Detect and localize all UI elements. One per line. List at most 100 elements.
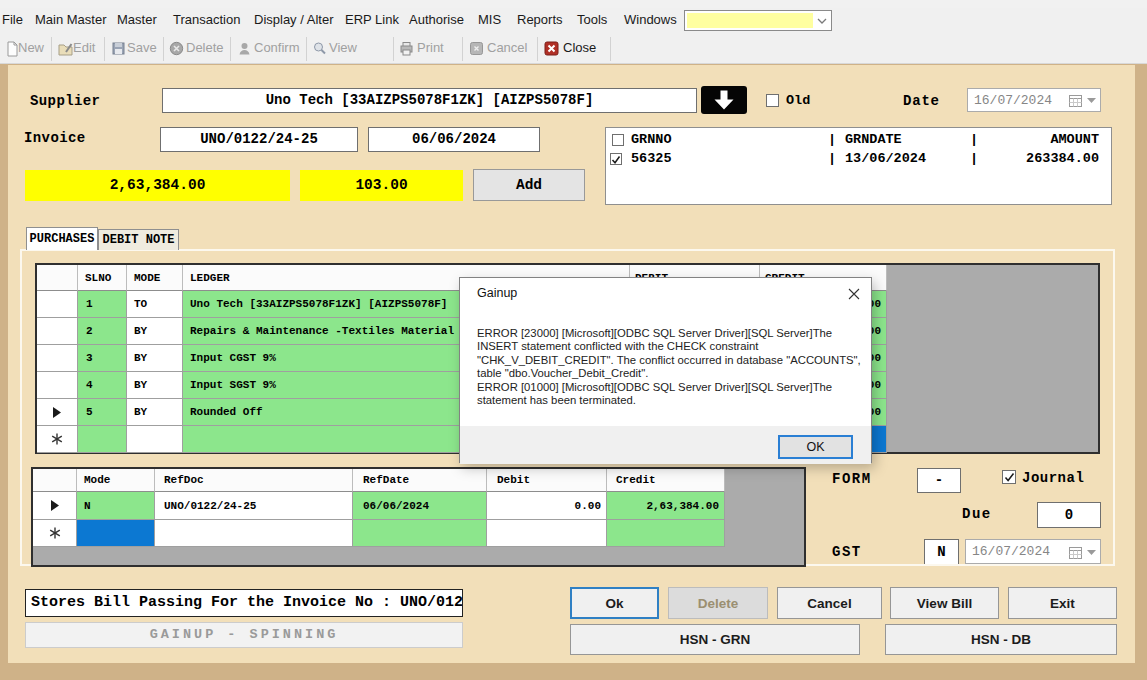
cell-mode: N: [77, 492, 155, 520]
grn-col-no: GRNNO: [631, 132, 672, 147]
delete-icon[interactable]: [168, 40, 185, 57]
calendar-icon: [1069, 94, 1082, 107]
supplier-label: Supplier: [30, 93, 100, 109]
ref-row[interactable]: N UNO/0122/24-25 06/06/2024 0.00 2,63,38…: [33, 492, 804, 520]
save-floppy-icon[interactable]: [110, 40, 127, 57]
date-picker[interactable]: 16/07/2024: [967, 88, 1101, 112]
toolbar-delete[interactable]: Delete: [186, 40, 224, 55]
cell-debit: 0.00: [487, 492, 607, 520]
invoice-label: Invoice: [24, 130, 86, 146]
toolbar-save[interactable]: Save: [127, 40, 157, 55]
menu-transaction[interactable]: Transaction: [173, 12, 240, 27]
menu-mis[interactable]: MIS: [478, 12, 501, 27]
menu-windows[interactable]: Windows: [624, 12, 677, 27]
tab-debit-note[interactable]: DEBIT NOTE: [98, 229, 179, 250]
ledger-grid-col-mode: MODE: [127, 265, 183, 291]
grn-header-checkbox[interactable]: [612, 134, 624, 146]
combobox-value: [687, 13, 813, 28]
old-checkbox-label: Old: [786, 93, 810, 108]
ref-new-row[interactable]: [33, 520, 804, 547]
supplier-field[interactable]: Uno Tech [33AIZPS5078F1ZK] [AIZPS5078F]: [162, 88, 697, 113]
dialog-ok-button[interactable]: OK: [778, 435, 853, 459]
cell-mode: TO: [127, 291, 183, 318]
brand-bar: GAINUP - SPINNING: [25, 622, 463, 648]
toolbar-separator: [393, 37, 394, 61]
grn-row-no: 56325: [631, 151, 672, 166]
menu-authorise[interactable]: Authorise: [409, 12, 464, 27]
ref-grid-col-credit: Credit: [607, 469, 725, 492]
cell-mode: BY: [127, 399, 183, 426]
cell-slno: 2: [78, 318, 127, 345]
total-amount-field[interactable]: 2,63,384.00: [25, 170, 290, 201]
exit-button[interactable]: Exit: [1008, 587, 1117, 619]
hsn-grn-button[interactable]: HSN - GRN: [570, 624, 860, 655]
toolbar-new[interactable]: New: [18, 40, 44, 55]
menu-display-alter[interactable]: Display / Alter: [254, 12, 333, 27]
cell-slno: 1: [78, 291, 127, 318]
toolbar-edit[interactable]: Edit: [73, 40, 95, 55]
grn-col-date: GRNDATE: [845, 132, 902, 147]
invoice-date-field[interactable]: 06/06/2024: [368, 127, 540, 152]
cell-mode: BY: [127, 345, 183, 372]
ref-grid[interactable]: Mode RefDoc RefDate Debit Credit N UNO/0…: [31, 467, 806, 567]
application-window: { "colors": { "form_background": "#f2dfb…: [0, 0, 1147, 680]
dialog-title: Gainup: [477, 286, 517, 300]
ledger-grid-col-slno: SLNO: [78, 265, 127, 291]
window-selector-combobox[interactable]: [684, 10, 832, 31]
old-checkbox[interactable]: [766, 94, 779, 107]
menu-main-master[interactable]: Main Master: [35, 12, 107, 27]
menu-master[interactable]: Master: [117, 12, 157, 27]
dialog-close-icon[interactable]: [848, 288, 860, 300]
toolbar-separator: [230, 37, 231, 61]
ok-button[interactable]: Ok: [570, 587, 659, 619]
menu-file[interactable]: File: [2, 12, 23, 27]
view-magnifier-icon[interactable]: [311, 40, 328, 57]
other-amount-field[interactable]: 103.00: [300, 170, 463, 201]
toolbar-separator: [537, 37, 538, 61]
hsn-db-button[interactable]: HSN - DB: [885, 624, 1117, 655]
toolbar-cancel[interactable]: Cancel: [487, 40, 527, 55]
grn-row-amount: 263384.00: [986, 151, 1099, 166]
cancel-button[interactable]: Cancel: [777, 587, 882, 619]
cancel-icon[interactable]: [468, 40, 485, 57]
grn-row-date: 13/06/2024: [845, 151, 926, 166]
add-button[interactable]: Add: [473, 169, 585, 201]
supplier-dropdown-button[interactable]: [701, 86, 747, 114]
toolbar-close[interactable]: Close: [563, 40, 596, 55]
chevron-down-icon: [1087, 98, 1096, 104]
check-icon: [611, 155, 621, 165]
view-bill-button[interactable]: View Bill: [890, 587, 999, 619]
ref-grid-col-mode: Mode: [77, 469, 155, 492]
toolbar-print[interactable]: Print: [417, 40, 444, 55]
down-arrow-icon: [711, 90, 737, 110]
toolbar-confirm[interactable]: Confirm: [254, 40, 300, 55]
toolbar-view[interactable]: View: [329, 40, 357, 55]
tab-purchases[interactable]: PURCHASES: [26, 227, 98, 250]
menu-bar: File Main Master Master Transaction Disp…: [0, 8, 1147, 33]
selected-cell[interactable]: [77, 520, 155, 547]
current-row-arrow-icon: [53, 407, 61, 418]
toolbar-separator: [51, 37, 52, 61]
grn-row-checkbox[interactable]: [610, 153, 622, 165]
menu-tools[interactable]: Tools: [577, 12, 607, 27]
edit-folder-icon[interactable]: [57, 40, 74, 57]
grn-list-panel[interactable]: GRNNO | GRNDATE | AMOUNT 56325 | 13/06/2…: [605, 127, 1112, 205]
grn-separator: |: [970, 151, 978, 166]
date-label: Date: [903, 93, 940, 109]
cell-slno: 3: [78, 345, 127, 372]
invoice-number-field[interactable]: UNO/0122/24-25: [160, 127, 358, 152]
grn-separator: |: [828, 132, 836, 147]
new-row-asterisk-icon: [51, 433, 63, 445]
cell-slno: 5: [78, 399, 127, 426]
cell-slno: 4: [78, 372, 127, 399]
delete-button[interactable]: Delete: [668, 587, 768, 619]
toolbar-separator: [163, 37, 164, 61]
cell-mode: BY: [127, 372, 183, 399]
menu-erp-link[interactable]: ERP Link: [345, 12, 399, 27]
close-icon[interactable]: [543, 40, 560, 57]
confirm-person-icon[interactable]: [236, 40, 253, 57]
menu-reports[interactable]: Reports: [517, 12, 563, 27]
print-icon[interactable]: [398, 40, 415, 57]
grn-col-amount: AMOUNT: [986, 132, 1099, 147]
toolbar-separator: [462, 37, 463, 61]
